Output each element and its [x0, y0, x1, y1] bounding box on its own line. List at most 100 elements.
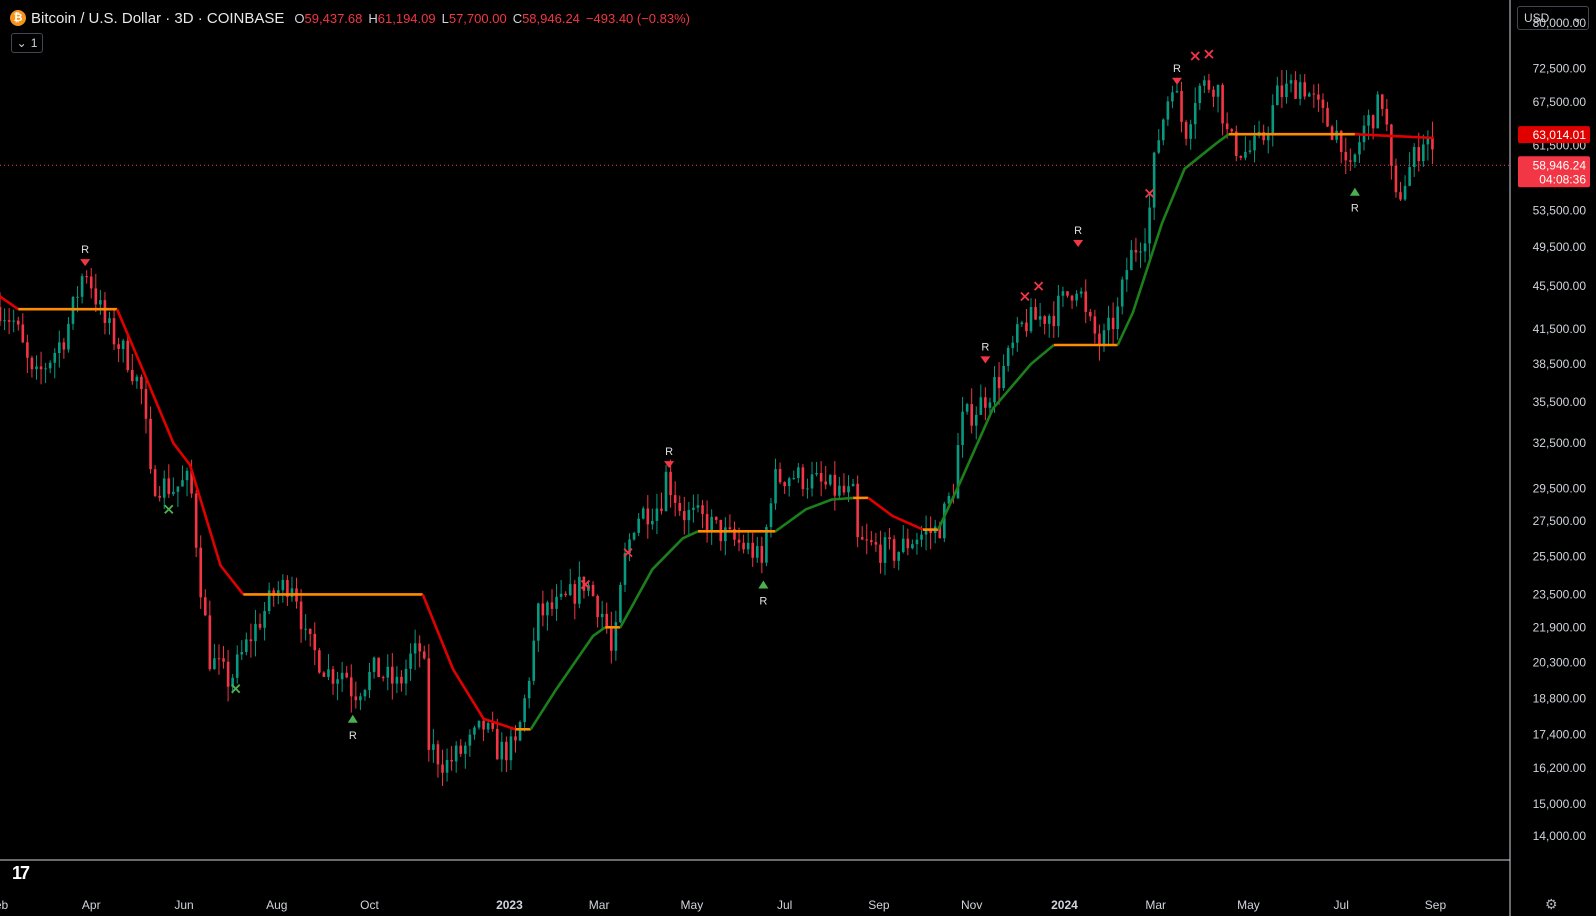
candle-body [26, 342, 29, 358]
candle-body [660, 508, 663, 512]
signal-label: R [1173, 63, 1181, 75]
gear-icon[interactable]: ⚙ [1545, 896, 1558, 913]
close-value: 58,946.24 [522, 10, 580, 26]
candle-body [600, 613, 604, 618]
candle-body [21, 324, 25, 343]
candle-body [605, 613, 609, 628]
candle-body [1016, 324, 1019, 343]
price-chart[interactable]: RRRRRRRR80,000.0072,500.0067,500.0061,50… [0, 0, 1596, 916]
candle-body [974, 414, 978, 426]
candle-body [619, 584, 622, 623]
indicator-collapse-button[interactable]: ⌄ 1 [11, 33, 43, 53]
candle-body [810, 474, 814, 489]
time-tick-label: Apr [82, 898, 101, 912]
candle-body [203, 597, 207, 616]
candle-body [573, 584, 577, 604]
open-value: 59,437.68 [304, 10, 363, 26]
candle-body [742, 542, 745, 550]
candle-body [1057, 295, 1060, 327]
candle-body [828, 474, 832, 485]
candle-body [701, 505, 704, 515]
candle-body [491, 722, 494, 729]
candle-body [422, 651, 426, 659]
candle-body [112, 318, 116, 345]
price-tick-label: 16,200.00 [1533, 761, 1587, 775]
currency-value: USD [1524, 11, 1550, 25]
candle-body [290, 588, 294, 598]
candle-body [527, 680, 531, 699]
candle-body [687, 509, 691, 521]
candle-body [609, 627, 613, 651]
candle-body [340, 672, 344, 680]
candle-body [44, 368, 47, 370]
candle-body [327, 669, 330, 677]
candle-body [874, 542, 878, 545]
candle-body [495, 728, 499, 760]
candle-body [833, 474, 837, 496]
candle-body [838, 485, 841, 496]
bitcoin-logo-icon: ₿ [10, 10, 26, 26]
candle-body [318, 650, 321, 673]
candle-body [1385, 108, 1389, 125]
candle-body [1349, 160, 1352, 162]
candle-body [359, 696, 362, 701]
candle-body [7, 320, 11, 322]
candle-body [477, 720, 481, 728]
time-tick-label: Mar [589, 898, 610, 912]
candle-body [778, 469, 782, 483]
candle-body [172, 491, 175, 495]
candle-body [984, 397, 987, 408]
candle-body [1111, 317, 1115, 330]
candle-body [459, 745, 463, 754]
candle-body [1344, 151, 1348, 161]
candle-body [99, 300, 102, 305]
candle-body [541, 603, 545, 616]
candle-body [1271, 105, 1275, 134]
currency-select[interactable]: USD ⌄ [1517, 6, 1589, 30]
open-key: O [294, 10, 305, 26]
price-tick-label: 38,500.00 [1533, 357, 1587, 371]
candle-body [381, 677, 385, 679]
time-tick-label: May [1237, 898, 1260, 912]
price-tick-label: 29,500.00 [1533, 481, 1587, 495]
candle-body [669, 471, 672, 496]
time-tick-label: Jul [777, 898, 792, 912]
candle-body [1047, 315, 1051, 324]
candle-body [16, 320, 20, 325]
candle-body [85, 276, 88, 278]
time-tick-label: Aug [266, 898, 287, 912]
symbol-title[interactable]: Bitcoin / U.S. Dollar · 3D · COINBASE [31, 10, 284, 27]
candle-body [58, 342, 61, 354]
chevron-down-icon: ⌄ [16, 36, 27, 50]
candle-body [12, 320, 15, 322]
candle-body [194, 493, 198, 548]
candle-body [1020, 322, 1024, 325]
candle-body [445, 760, 449, 773]
close-key: C [512, 10, 523, 26]
candle-body [1052, 315, 1056, 327]
tradingview-logo-icon[interactable]: 17 [12, 863, 30, 884]
candle-body [130, 369, 134, 382]
candle-body [167, 478, 171, 495]
candle-body [879, 544, 882, 563]
candle-body [103, 300, 107, 323]
candle-body [1011, 342, 1015, 348]
candle-body [226, 661, 230, 687]
candle-body [48, 362, 52, 369]
candle-body [1230, 129, 1234, 132]
signal-label: R [349, 730, 357, 742]
candle-body [235, 654, 239, 678]
low-key: L [441, 10, 449, 26]
candle-body [906, 538, 910, 549]
candle-body [368, 671, 371, 691]
candle-body [345, 672, 349, 678]
candle-body [0, 307, 2, 322]
candle-body [920, 534, 923, 540]
candle-body [851, 483, 855, 487]
candle-body [372, 657, 376, 672]
candle-body [1061, 291, 1065, 296]
candle-body [997, 377, 1001, 389]
candle-body [1358, 142, 1361, 155]
candle-body [80, 276, 84, 297]
price-tick-label: 35,500.00 [1533, 395, 1587, 409]
